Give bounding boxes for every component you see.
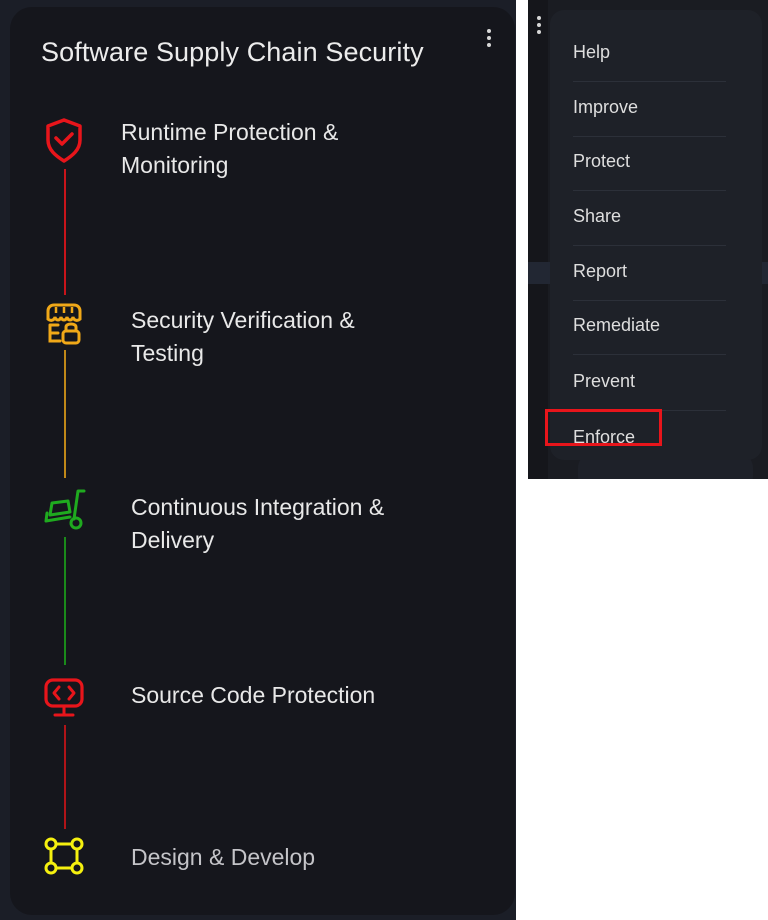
step-label-line1: Design & Develop bbox=[131, 844, 316, 870]
divider bbox=[573, 245, 726, 246]
menu-item-improve[interactable]: Improve bbox=[573, 83, 726, 137]
shield-check-icon bbox=[42, 114, 86, 164]
supply-chain-card: Software Supply Chain Security Runtime P… bbox=[10, 7, 515, 915]
step-label-line1: Source Code Protection bbox=[131, 682, 376, 708]
step-label-line2: Delivery bbox=[131, 527, 215, 553]
more-options-button[interactable] bbox=[534, 16, 544, 42]
step-label-line1: Continuous Integration & bbox=[131, 494, 385, 520]
menu-item-protect[interactable]: Protect bbox=[573, 137, 726, 191]
left-screenshot-frame: Software Supply Chain Security Runtime P… bbox=[0, 0, 516, 920]
store-lock-icon bbox=[42, 299, 86, 349]
divider bbox=[573, 354, 726, 355]
step-label-line1: Security Verification & bbox=[131, 307, 355, 333]
menu-item-report[interactable]: Report bbox=[573, 247, 726, 301]
vertical-ellipsis-icon bbox=[487, 29, 491, 33]
connector-line bbox=[64, 169, 66, 295]
more-options-button[interactable] bbox=[484, 29, 494, 55]
vertical-ellipsis-icon bbox=[537, 16, 541, 20]
hand-truck-icon bbox=[42, 485, 86, 535]
step-label-line2: Testing bbox=[131, 340, 204, 366]
code-monitor-icon bbox=[42, 674, 86, 724]
enforce-highlight-box bbox=[545, 409, 662, 446]
menu-item-share[interactable]: Share bbox=[573, 192, 726, 246]
card-title: Software Supply Chain Security bbox=[41, 37, 424, 67]
divider bbox=[573, 81, 726, 82]
nodes-square-icon bbox=[42, 834, 86, 884]
divider bbox=[573, 190, 726, 191]
options-menu: Help Improve Protect Share Report Remedi… bbox=[550, 10, 762, 460]
right-screenshot-frame: Help Improve Protect Share Report Remedi… bbox=[528, 0, 768, 479]
menu-item-remediate[interactable]: Remediate bbox=[573, 301, 726, 355]
connector-line bbox=[64, 725, 66, 829]
menu-item-prevent[interactable]: Prevent bbox=[573, 357, 726, 411]
step-label-line1: Runtime Protection & bbox=[121, 119, 339, 145]
step-label-line2: Monitoring bbox=[121, 152, 229, 178]
connector-line bbox=[64, 350, 66, 478]
menu-item-help[interactable]: Help bbox=[573, 28, 726, 82]
connector-line bbox=[64, 537, 66, 665]
